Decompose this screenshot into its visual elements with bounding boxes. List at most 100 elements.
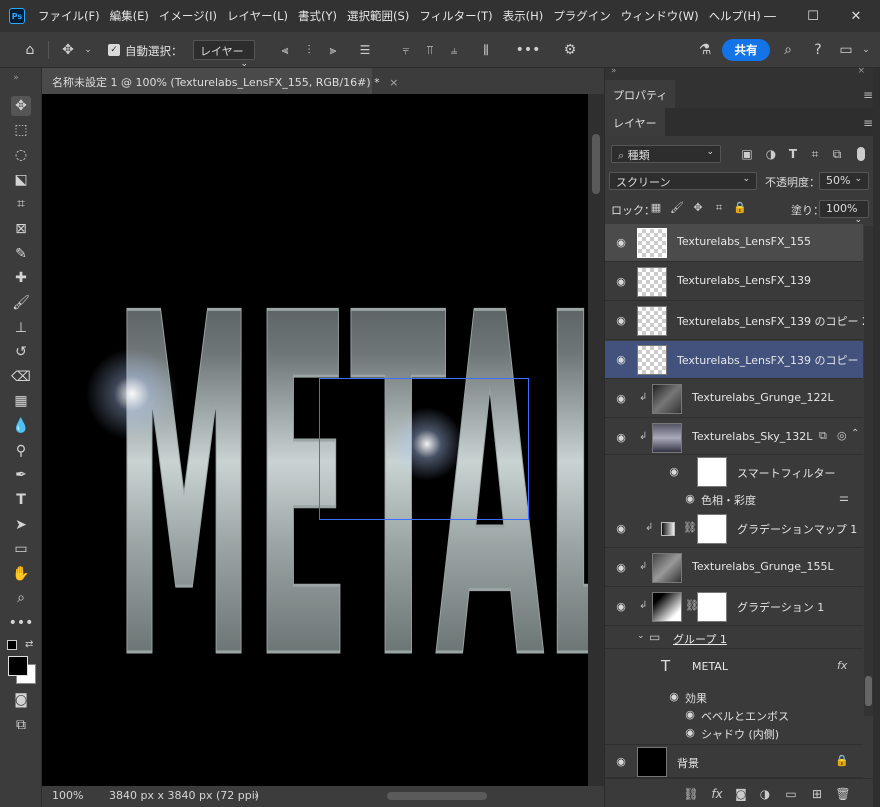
link-layers-icon[interactable]: ⛓: [683, 786, 699, 802]
eye-icon[interactable]: ◉: [614, 431, 628, 445]
auto-select-target-dropdown[interactable]: レイヤー ⌄: [193, 40, 255, 69]
clone-stamp-tool-icon[interactable]: ⊥: [11, 318, 31, 338]
share-button[interactable]: 共有: [722, 39, 770, 61]
lock-transparency-icon[interactable]: ▦: [649, 201, 663, 215]
layer-row[interactable]: ◉ ↲ Texturelabs_Sky_132L ⧉ ◎ ⌃: [605, 419, 863, 455]
menu-image[interactable]: イメージ(I): [159, 8, 217, 24]
hue-saturation-filter-row[interactable]: ◉ 色相・彩度 ⚌: [605, 490, 863, 508]
horizontal-scrollbar-thumb[interactable]: [387, 792, 487, 800]
eye-icon[interactable]: ◉: [614, 314, 628, 328]
tab-layers[interactable]: レイヤー: [605, 108, 665, 136]
layers-scrollbar[interactable]: [864, 226, 873, 716]
delete-layer-icon[interactable]: 🗑: [835, 786, 851, 802]
lock-artboard-icon[interactable]: ⌗: [712, 201, 726, 215]
eye-icon[interactable]: ◉: [614, 522, 628, 536]
eye-icon[interactable]: ◉: [614, 755, 628, 769]
eye-icon[interactable]: ◉: [683, 726, 697, 740]
more-tools-icon[interactable]: •••: [9, 613, 34, 633]
layer-name[interactable]: グラデーションマップ 1: [737, 521, 857, 537]
status-menu-arrow[interactable]: ›: [254, 789, 258, 802]
menu-plugins[interactable]: プラグイン: [553, 8, 611, 24]
vertical-scrollbar-thumb[interactable]: [592, 134, 600, 194]
group-name[interactable]: グループ 1: [673, 631, 727, 647]
filter-toggle[interactable]: [857, 147, 865, 161]
chevron-up-icon[interactable]: ⌃: [851, 428, 859, 439]
new-group-icon[interactable]: ▭: [783, 786, 799, 802]
layer-name[interactable]: Texturelabs_LensFX_139 のコピー: [677, 352, 859, 368]
quick-mask-icon[interactable]: ◙: [11, 690, 31, 710]
eye-icon[interactable]: ◉: [614, 561, 628, 575]
collapse-toolbar-icon[interactable]: »: [6, 68, 26, 88]
brush-tool-icon[interactable]: 🖌: [11, 293, 31, 313]
new-adjustment-icon[interactable]: ◑: [757, 786, 773, 802]
chevron-down-icon[interactable]: ⌄: [78, 40, 98, 60]
menu-type[interactable]: 書式(Y): [298, 8, 337, 24]
blur-tool-icon[interactable]: 💧: [11, 416, 31, 436]
rectangle-tool-icon[interactable]: ▭: [11, 539, 31, 559]
marquee-tool-icon[interactable]: ⬚: [11, 120, 31, 140]
eyedropper-tool-icon[interactable]: ✎: [11, 244, 31, 264]
lock-position-icon[interactable]: ✥: [691, 201, 705, 215]
blend-mode-dropdown[interactable]: スクリーン ⌄: [609, 172, 757, 190]
object-selection-tool-icon[interactable]: ⬕: [11, 170, 31, 190]
type-tool-icon[interactable]: T: [11, 490, 31, 510]
document-tab[interactable]: 名称未設定 1 @ 100% (Texturelabs_LensFX_155, …: [42, 68, 398, 94]
eye-icon[interactable]: ◉: [614, 275, 628, 289]
more-options-icon[interactable]: •••: [516, 40, 541, 60]
eye-icon[interactable]: ◉: [683, 492, 697, 506]
align-center-icon[interactable]: ⫶: [299, 40, 319, 60]
swap-colors-icon[interactable]: ⇄: [25, 639, 33, 650]
document-canvas[interactable]: METAL: [42, 94, 588, 786]
layer-row[interactable]: ◉ Texturelabs_LensFX_155: [605, 224, 863, 262]
layer-name[interactable]: 背景: [677, 755, 699, 771]
menu-window[interactable]: ウィンドウ(W): [621, 8, 699, 24]
move-tool-preset-icon[interactable]: ✥: [58, 40, 78, 60]
eye-icon[interactable]: ◉: [614, 236, 628, 250]
align-right-icon[interactable]: ⫸: [323, 40, 343, 60]
gradient-tool-icon[interactable]: ▦: [11, 391, 31, 411]
close-tab-icon[interactable]: ×: [389, 76, 398, 89]
layer-row[interactable]: ◉ Texturelabs_LensFX_139 のコピー 2: [605, 302, 869, 340]
chevron-down-icon[interactable]: ⌄: [856, 40, 876, 60]
auto-select-checkbox[interactable]: ✓: [108, 44, 120, 56]
menu-view[interactable]: 表示(H): [503, 8, 544, 24]
type-filter-icon[interactable]: T: [785, 146, 801, 162]
eye-icon[interactable]: ◉: [614, 353, 628, 367]
link-icon[interactable]: ⛓: [683, 521, 697, 534]
layer-name[interactable]: Texturelabs_Sky_132L: [692, 430, 812, 443]
adjustment-filter-icon[interactable]: ◑: [763, 146, 779, 162]
align-top-icon[interactable]: ⫧: [396, 40, 416, 60]
frame-tool-icon[interactable]: ⊠: [11, 219, 31, 239]
close-window-button[interactable]: ✕: [836, 5, 876, 27]
layers-scrollbar-thumb[interactable]: [865, 676, 872, 706]
layer-row[interactable]: ◉ ↲ Texturelabs_Grunge_122L: [605, 380, 863, 418]
expand-panels-icon[interactable]: »: [611, 66, 617, 76]
minimize-button[interactable]: —: [750, 5, 790, 27]
zoom-tool-icon[interactable]: ⌕: [11, 588, 31, 608]
fill-field[interactable]: 100% ⌄: [819, 200, 869, 225]
maximize-button[interactable]: ☐: [793, 5, 833, 27]
layer-bounding-box[interactable]: [319, 378, 529, 520]
default-colors-icon[interactable]: [7, 640, 17, 650]
fx-badge[interactable]: fx: [837, 659, 847, 672]
layer-row[interactable]: ◉ 背景 🔒: [605, 744, 863, 778]
layer-row[interactable]: ◉ ↲ Texturelabs_Grunge_155L: [605, 549, 863, 587]
gear-icon[interactable]: ⚙: [560, 40, 580, 60]
chevron-down-icon[interactable]: ⌄: [637, 631, 645, 641]
dodge-tool-icon[interactable]: ⚲: [11, 441, 31, 461]
crop-tool-icon[interactable]: ⌗: [11, 194, 31, 214]
distribute-icon[interactable]: ☰: [355, 40, 375, 60]
panel-menu-icon[interactable]: ≡: [863, 116, 873, 130]
layer-row[interactable]: ◉ Texturelabs_LensFX_139 のコピー: [605, 341, 863, 379]
lock-all-icon[interactable]: 🔒: [733, 201, 747, 215]
layer-name[interactable]: グラデーション 1: [737, 599, 824, 615]
labs-flask-icon[interactable]: ⚗: [695, 40, 715, 60]
align-left-icon[interactable]: ⫷: [275, 40, 295, 60]
filter-kind-dropdown[interactable]: ⌕ 種類 ⌄: [611, 145, 721, 163]
panel-menu-icon[interactable]: ≡: [863, 88, 873, 102]
search-icon[interactable]: ⌕: [778, 40, 798, 60]
hand-tool-icon[interactable]: ✋: [11, 564, 31, 584]
new-layer-icon[interactable]: ⊞: [809, 786, 825, 802]
filter-options-icon[interactable]: ⚌: [839, 491, 849, 504]
foreground-color-swatch[interactable]: [8, 656, 28, 676]
